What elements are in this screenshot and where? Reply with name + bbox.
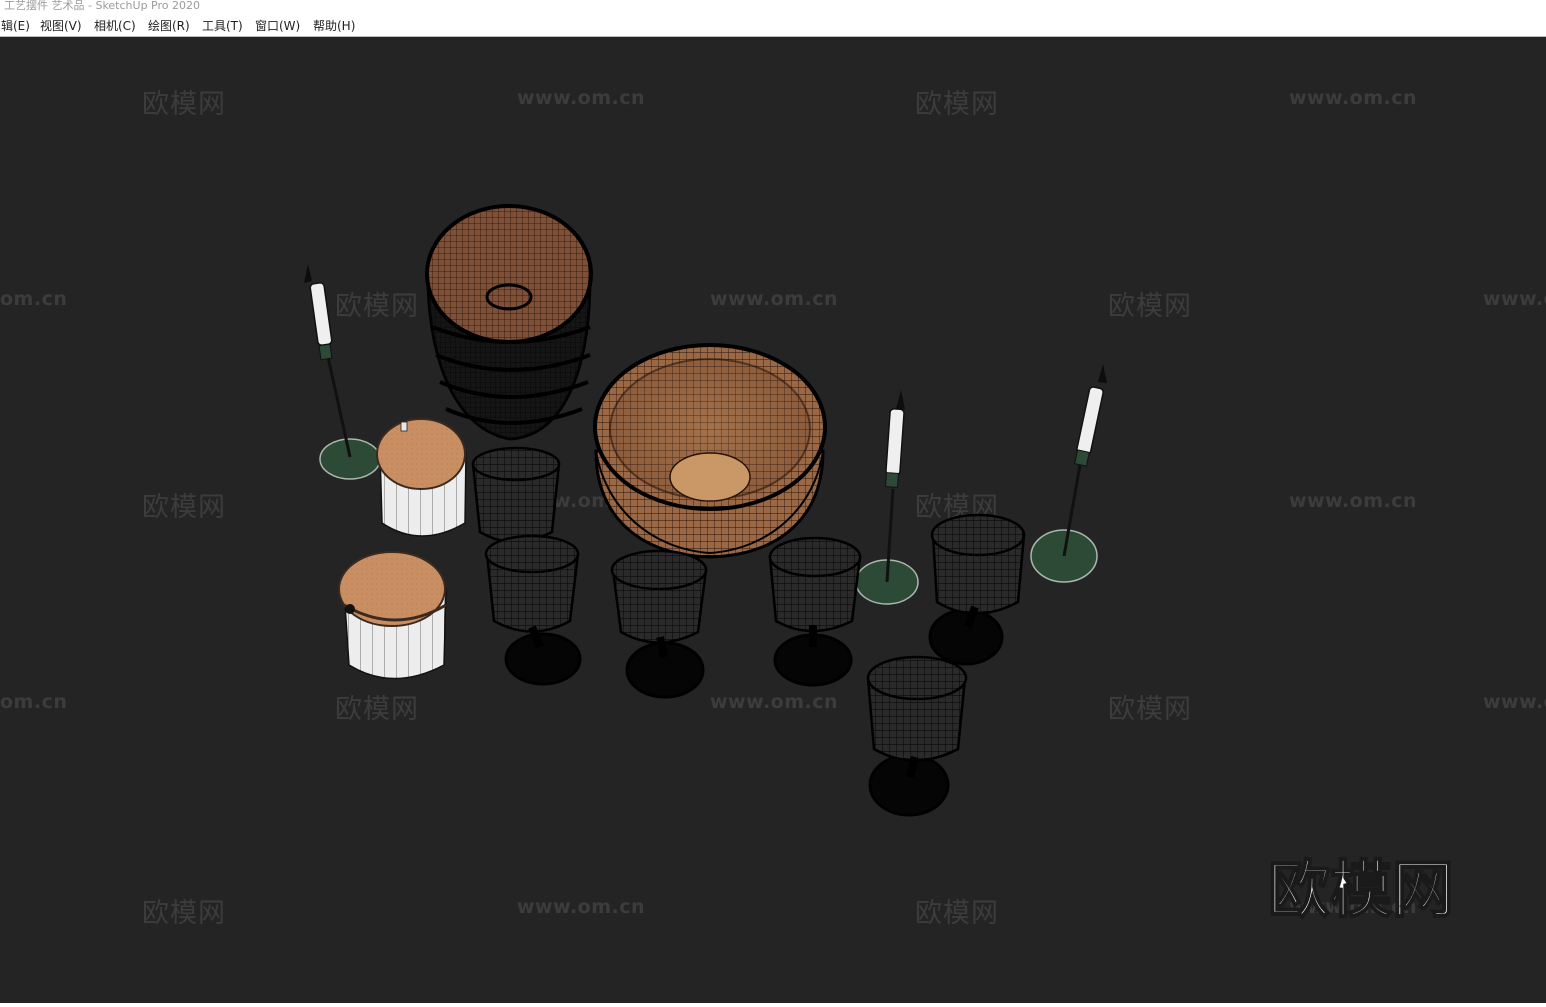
menu-camera[interactable]: 相机(C) <box>93 17 137 34</box>
candle-stand[interactable] <box>855 390 919 605</box>
wireframe-glass[interactable] <box>610 549 708 699</box>
menu-help[interactable]: 帮助(H) <box>312 17 356 34</box>
lidded-jar[interactable] <box>376 418 467 537</box>
watermark-logo: 欧模网 <box>1267 852 1455 927</box>
wireframe-glass[interactable] <box>471 446 561 544</box>
wireframe-glass[interactable] <box>768 536 862 687</box>
menu-window[interactable]: 窗口(W) <box>254 17 301 34</box>
menu-tools[interactable]: 工具(T) <box>201 17 244 34</box>
wireframe-glass[interactable] <box>484 534 582 686</box>
lidded-jar[interactable] <box>338 551 447 680</box>
window-title: 工艺摆件 艺术品 - SketchUp Pro 2020 <box>4 0 200 12</box>
woven-bowl[interactable] <box>593 343 827 559</box>
wireframe-glass[interactable] <box>928 513 1026 666</box>
status-strip <box>0 1003 1546 1007</box>
window-titlebar: 工艺摆件 艺术品 - SketchUp Pro 2020 <box>0 0 1546 12</box>
stacked-bowls[interactable] <box>425 204 593 441</box>
menu-draw[interactable]: 绘图(R) <box>147 17 191 34</box>
wireframe-glass[interactable] <box>866 655 968 817</box>
menu-edit[interactable]: 辑(E) <box>0 17 31 34</box>
model-viewport[interactable]: 欧模网 www.om.cn 欧模网 www.om.cn om.cn 欧模网 ww… <box>0 37 1546 1003</box>
candle-stand[interactable] <box>1030 364 1107 583</box>
candle-stand[interactable] <box>304 264 381 480</box>
menu-view[interactable]: 视图(V) <box>39 17 83 34</box>
menu-bar: 辑(E) 视图(V) 相机(C) 绘图(R) 工具(T) 窗口(W) 帮助(H) <box>0 14 1546 37</box>
